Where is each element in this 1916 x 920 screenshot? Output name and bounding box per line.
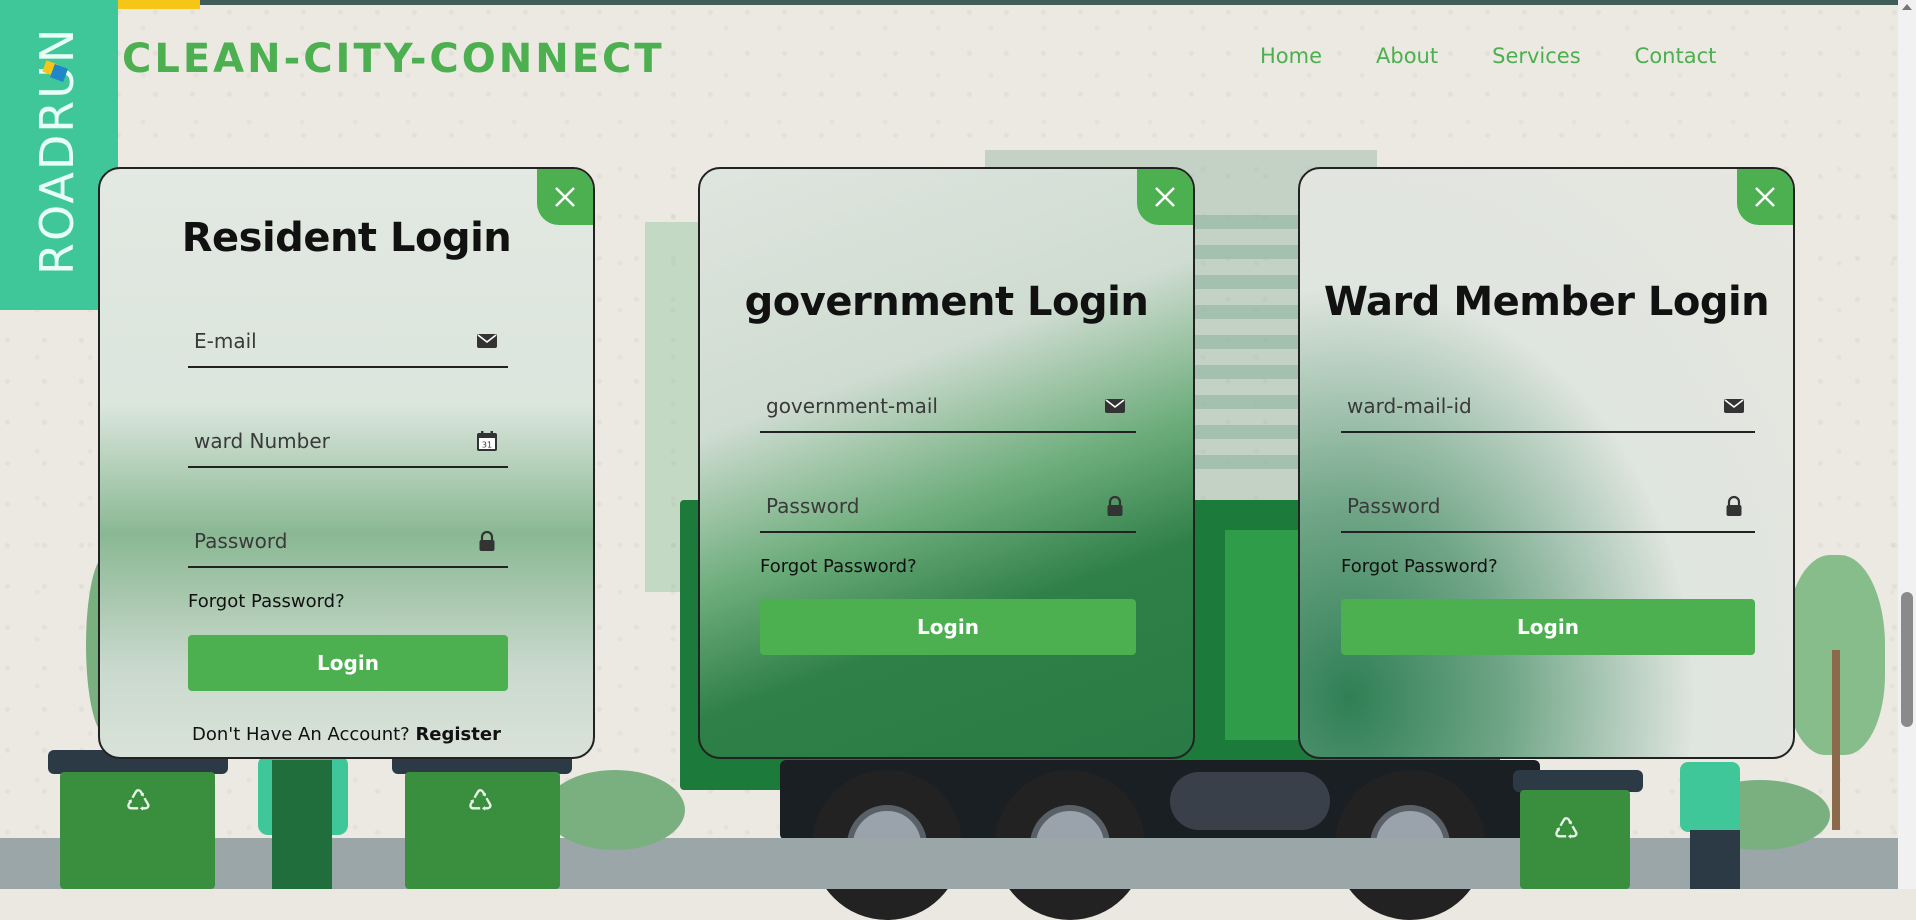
ward-password-input[interactable] xyxy=(1341,481,1727,531)
government-password-field xyxy=(760,481,1136,533)
government-close-button[interactable] xyxy=(1137,169,1193,225)
resident-login-card: Resident Login 31 Forgot Password? Login… xyxy=(98,167,595,759)
nav-contact[interactable]: Contact xyxy=(1635,44,1717,68)
resident-register-line: Don't Have An Account? Register xyxy=(100,724,593,745)
resident-ward-field: 31 xyxy=(188,416,508,468)
lock-icon xyxy=(1726,495,1742,516)
resident-email-field xyxy=(188,316,508,368)
close-icon xyxy=(1755,187,1775,207)
government-password-input[interactable] xyxy=(760,481,1108,531)
calendar-day-text: 31 xyxy=(482,441,492,450)
calendar-icon: 31 xyxy=(477,431,497,451)
government-login-title: government Login xyxy=(744,279,1149,325)
lock-icon xyxy=(479,530,495,551)
recycle-icon: ♺ xyxy=(1553,812,1580,847)
ward-close-button[interactable] xyxy=(1737,169,1793,225)
worker-figure xyxy=(1680,762,1740,832)
page-scrollbar[interactable] xyxy=(1898,0,1916,889)
ward-login-button[interactable]: Login xyxy=(1341,599,1755,655)
nav-services[interactable]: Services xyxy=(1492,44,1581,68)
worker-figure-overall xyxy=(272,760,332,889)
top-border xyxy=(0,0,1916,5)
recycle-icon: ♺ xyxy=(467,784,494,819)
mail-icon xyxy=(1105,399,1125,413)
bin-lid xyxy=(1513,770,1643,792)
nav-about[interactable]: About xyxy=(1376,44,1438,68)
government-login-card: government Login Forgot Password? Login xyxy=(698,167,1195,759)
site-title[interactable]: CLEAN-CITY-CONNECT xyxy=(122,36,665,82)
ward-password-field xyxy=(1341,481,1755,533)
scroll-up-arrow-icon[interactable] xyxy=(1902,4,1912,10)
resident-login-button[interactable]: Login xyxy=(188,635,508,691)
resident-email-input[interactable] xyxy=(188,316,480,366)
no-account-text: Don't Have An Account? xyxy=(192,724,416,745)
register-link[interactable]: Register xyxy=(415,724,501,745)
ward-email-field xyxy=(1341,381,1755,433)
resident-password-input[interactable] xyxy=(188,516,480,566)
government-email-field xyxy=(760,381,1136,433)
lock-icon xyxy=(1107,495,1123,516)
truck-tank xyxy=(1170,772,1330,830)
recycle-icon: ♺ xyxy=(125,784,152,819)
resident-forgot-password-link[interactable]: Forgot Password? xyxy=(188,591,345,612)
resident-login-title: Resident Login xyxy=(181,215,512,261)
resident-password-field xyxy=(188,516,508,568)
ward-member-login-card: Ward Member Login Forgot Password? Login xyxy=(1298,167,1795,759)
mail-icon xyxy=(1724,399,1744,413)
ward-login-title: Ward Member Login xyxy=(1323,279,1770,325)
ward-email-input[interactable] xyxy=(1341,381,1727,431)
worker-figure-legs xyxy=(1690,830,1740,889)
bush xyxy=(545,770,685,850)
logo-icon xyxy=(42,60,70,84)
mail-icon xyxy=(477,334,497,348)
government-login-button[interactable]: Login xyxy=(760,599,1136,655)
close-icon xyxy=(1155,187,1175,207)
main-nav: Home About Services Contact xyxy=(1260,44,1716,68)
government-forgot-password-link[interactable]: Forgot Password? xyxy=(760,556,917,577)
tree-trunk xyxy=(1832,650,1840,830)
resident-ward-input[interactable] xyxy=(188,416,480,466)
government-email-input[interactable] xyxy=(760,381,1108,431)
ward-forgot-password-link[interactable]: Forgot Password? xyxy=(1341,556,1498,577)
close-icon xyxy=(555,187,575,207)
scrollbar-thumb[interactable] xyxy=(1901,592,1913,727)
nav-home[interactable]: Home xyxy=(1260,44,1322,68)
